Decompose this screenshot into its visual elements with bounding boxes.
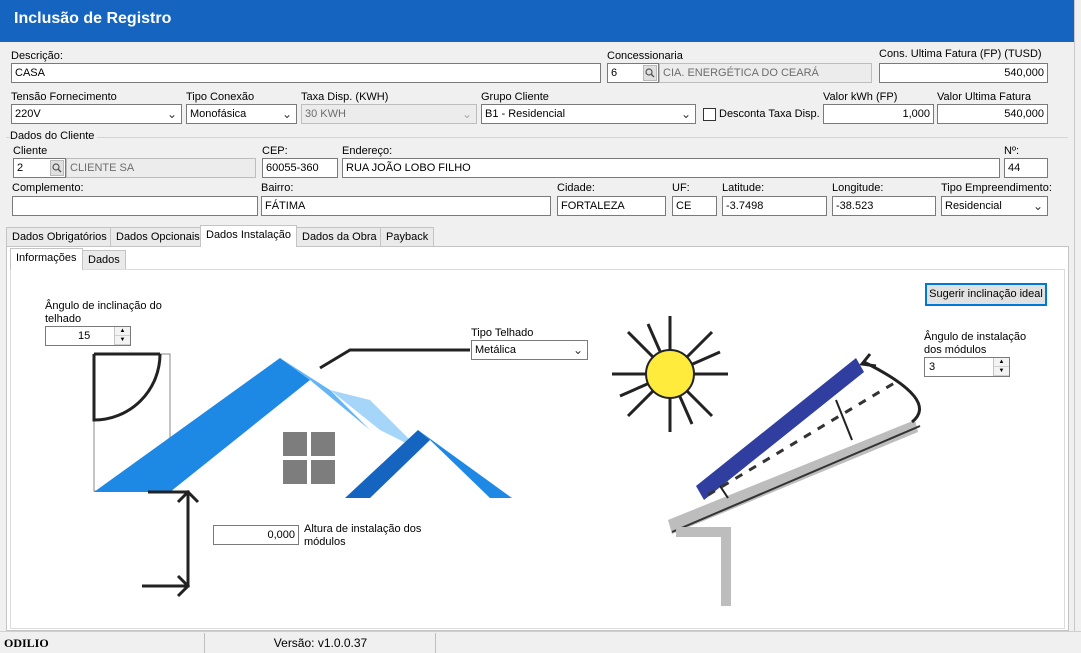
angulo-modulos-label: Ângulo de instalação dos módulos xyxy=(924,331,1027,356)
cliente-group-divider xyxy=(6,137,1068,138)
desconta-taxa-label: Desconta Taxa Disp. xyxy=(719,108,820,120)
cidade-input[interactable]: FORTALEZA xyxy=(557,196,666,216)
chevron-down-icon: ⌄ xyxy=(1032,199,1043,213)
altura-label: Altura de instalação dos módulos xyxy=(304,523,422,548)
angulo-modulos-value: 3 xyxy=(929,361,936,373)
chevron-down-icon: ⌄ xyxy=(166,107,177,121)
status-version: Versão: v1.0.0.37 xyxy=(206,633,436,653)
taxa-disp-value: 30 KWH xyxy=(305,108,346,120)
chevron-down-icon: ⌄ xyxy=(572,343,583,357)
spin-up-icon[interactable]: ▲ xyxy=(115,327,130,336)
window-right-edge xyxy=(1074,0,1081,653)
cliente-label: Cliente xyxy=(13,145,48,157)
tipo-telhado-value: Metálica xyxy=(475,344,516,356)
grupo-cliente-value: B1 - Residencial xyxy=(485,108,566,120)
taxa-disp-label: Taxa Disp. (KWH) xyxy=(301,91,389,103)
angulo-modulos-spinner[interactable]: 3 ▲ ▼ xyxy=(924,357,1010,377)
longitude-input[interactable]: -38.523 xyxy=(832,196,936,216)
tab-dados-opcionais[interactable]: Dados Opcionais xyxy=(110,227,206,246)
chevron-down-icon: ⌄ xyxy=(281,107,292,121)
chevron-down-icon: ⌄ xyxy=(461,107,472,121)
valor-ultima-fatura-label: Valor Ultima Fatura xyxy=(937,91,1031,103)
valor-kwh-label: Valor kWh (FP) xyxy=(823,91,898,103)
concessionaria-name: CIA. ENERGÉTICA DO CEARÁ xyxy=(659,63,872,83)
tab-payback[interactable]: Payback xyxy=(380,227,435,246)
concessionaria-label: Concessionaria xyxy=(607,50,683,62)
angulo-telhado-value: 15 xyxy=(78,330,91,342)
spin-down-icon[interactable]: ▼ xyxy=(994,367,1009,376)
spin-down-icon[interactable]: ▼ xyxy=(115,336,130,345)
descricao-input[interactable]: CASA xyxy=(11,63,601,83)
latitude-input[interactable]: -3.7498 xyxy=(722,196,827,216)
angulo-telhado-label: Ângulo de inclinação do telhado xyxy=(45,300,162,325)
taxa-disp-select: 30 KWH ⌄ xyxy=(301,104,477,124)
search-icon[interactable] xyxy=(643,65,657,81)
latitude-label: Latitude: xyxy=(722,182,765,194)
altura-input[interactable]: 0,000 xyxy=(213,525,299,545)
valor-kwh-input[interactable]: 1,000 xyxy=(823,104,934,124)
uf-input[interactable]: CE xyxy=(672,196,717,216)
longitude-label: Longitude: xyxy=(832,182,884,194)
tensao-select[interactable]: 220V ⌄ xyxy=(11,104,182,124)
tipo-conexao-select[interactable]: Monofásica ⌄ xyxy=(186,104,297,124)
cons-ultima-fatura-label: Cons. Ultima Fatura (FP) (TUSD) xyxy=(879,48,1042,60)
tensao-value: 220V xyxy=(15,108,41,120)
tipo-telhado-select[interactable]: Metálica ⌄ xyxy=(471,340,588,360)
tipo-conexao-label: Tipo Conexão xyxy=(186,91,255,103)
endereco-label: Endereço: xyxy=(342,145,393,157)
subtab-dados[interactable]: Dados xyxy=(82,250,126,269)
cliente-code-input[interactable]: 2 xyxy=(13,158,66,178)
status-user: ODILIO xyxy=(0,633,205,653)
concessionaria-code-input[interactable]: 6 xyxy=(607,63,659,83)
cliente-group-label: Dados do Cliente xyxy=(10,130,98,142)
complemento-label: Complemento: xyxy=(12,182,84,194)
cep-input[interactable]: 60055-360 xyxy=(262,158,338,178)
tipo-empreendimento-label: Tipo Empreendimento: xyxy=(941,182,1052,194)
house-illustration xyxy=(92,348,512,598)
grupo-cliente-label: Grupo Cliente xyxy=(481,91,549,103)
tipo-conexao-value: Monofásica xyxy=(190,108,247,120)
tipo-empreendimento-value: Residencial xyxy=(945,200,1002,212)
cep-label: CEP: xyxy=(262,145,288,157)
desconta-taxa-checkbox[interactable] xyxy=(703,108,716,121)
endereco-input[interactable]: RUA JOÃO LOBO FILHO xyxy=(342,158,1000,178)
tipo-telhado-label: Tipo Telhado xyxy=(471,327,534,339)
subtab-informacoes[interactable]: Informações xyxy=(10,248,83,270)
tipo-empreendimento-select[interactable]: Residencial ⌄ xyxy=(941,196,1048,216)
uf-label: UF: xyxy=(672,182,690,194)
numero-label: Nº: xyxy=(1004,145,1020,157)
grupo-cliente-select[interactable]: B1 - Residencial ⌄ xyxy=(481,104,696,124)
tab-dados-instalacao[interactable]: Dados Instalação xyxy=(200,225,297,247)
complemento-input[interactable] xyxy=(12,196,258,216)
bairro-label: Bairro: xyxy=(261,182,294,194)
tab-dados-da-obra[interactable]: Dados da Obra xyxy=(296,227,383,246)
cliente-name: CLIENTE SA xyxy=(66,158,256,178)
angulo-telhado-spinner[interactable]: 15 ▲ ▼ xyxy=(45,326,131,346)
search-icon[interactable] xyxy=(50,160,64,176)
cons-ultima-fatura-input[interactable]: 540,000 xyxy=(879,63,1048,83)
numero-input[interactable]: 44 xyxy=(1004,158,1048,178)
tab-dados-obrigatorios[interactable]: Dados Obrigatórios xyxy=(6,227,113,246)
window-title: Inclusão de Registro xyxy=(0,0,1081,42)
descricao-label: Descrição: xyxy=(11,50,63,62)
chevron-down-icon: ⌄ xyxy=(680,107,691,121)
solar-panel-illustration xyxy=(612,316,922,606)
cliente-code: 2 xyxy=(17,162,24,174)
concessionaria-code: 6 xyxy=(611,67,618,79)
tensao-label: Tensão Fornecimento xyxy=(11,91,117,103)
spin-up-icon[interactable]: ▲ xyxy=(994,358,1009,367)
bairro-input[interactable]: FÁTIMA xyxy=(261,196,551,216)
sugerir-inclinacao-button[interactable]: Sugerir inclinação ideal xyxy=(925,283,1047,306)
valor-ultima-fatura-input[interactable]: 540,000 xyxy=(937,104,1048,124)
cidade-label: Cidade: xyxy=(557,182,595,194)
